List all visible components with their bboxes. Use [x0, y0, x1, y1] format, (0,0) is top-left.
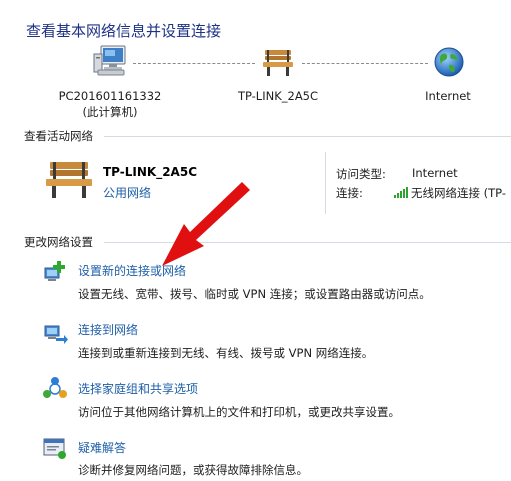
globe-icon[interactable]: [433, 46, 465, 78]
network-type-link[interactable]: 公用网络: [103, 184, 151, 201]
task-desc: 访问位于其他网络计算机上的文件和打印机，或更改共享设置。: [78, 405, 400, 419]
connector-line: [302, 63, 428, 64]
connect-network-icon[interactable]: [42, 318, 68, 344]
task-desc: 设置无线、宽带、拨号、临时或 VPN 连接；或设置路由器或访问点。: [78, 287, 431, 301]
section-divider: [104, 136, 511, 137]
access-type-value: Internet: [412, 166, 458, 180]
vertical-divider: [325, 152, 326, 214]
computer-subtitle: (此计算机): [82, 105, 138, 119]
homegroup-sharing-icon[interactable]: [42, 376, 68, 402]
task-desc: 连接到或重新连接到无线、有线、拨号或 VPN 网络连接。: [78, 346, 374, 360]
bench-icon[interactable]: [261, 48, 295, 78]
internet-name[interactable]: Internet: [408, 88, 488, 104]
router-name[interactable]: TP-LINK_2A5C: [222, 88, 334, 104]
task-link-homegroup-sharing[interactable]: 选择家庭组和共享选项: [78, 380, 198, 397]
connector-line: [133, 63, 255, 64]
bench-icon: [46, 162, 92, 198]
computer-name[interactable]: PC201601161332: [55, 88, 165, 104]
troubleshoot-icon[interactable]: [42, 435, 68, 461]
active-networks-header: 查看活动网络: [24, 129, 93, 143]
task-desc: 诊断并修复网络问题，或获得故障排除信息。: [78, 463, 308, 477]
annotation-arrow: [162, 182, 250, 266]
task-link-connect-network[interactable]: 连接到网络: [78, 321, 138, 338]
page-title: 查看基本网络信息并设置连接: [26, 22, 222, 40]
setup-connection-icon[interactable]: [42, 258, 68, 284]
access-type-label: 访问类型:: [336, 167, 386, 181]
connection-link[interactable]: 无线网络连接 (TP-: [411, 185, 506, 201]
signal-strength-icon: [394, 187, 408, 198]
connection-label: 连接:: [336, 186, 363, 200]
change-settings-header: 更改网络设置: [24, 235, 93, 249]
computer-icon[interactable]: [92, 44, 128, 78]
active-network-name: TP-LINK_2A5C: [103, 165, 197, 179]
task-link-troubleshoot[interactable]: 疑难解答: [78, 439, 126, 456]
